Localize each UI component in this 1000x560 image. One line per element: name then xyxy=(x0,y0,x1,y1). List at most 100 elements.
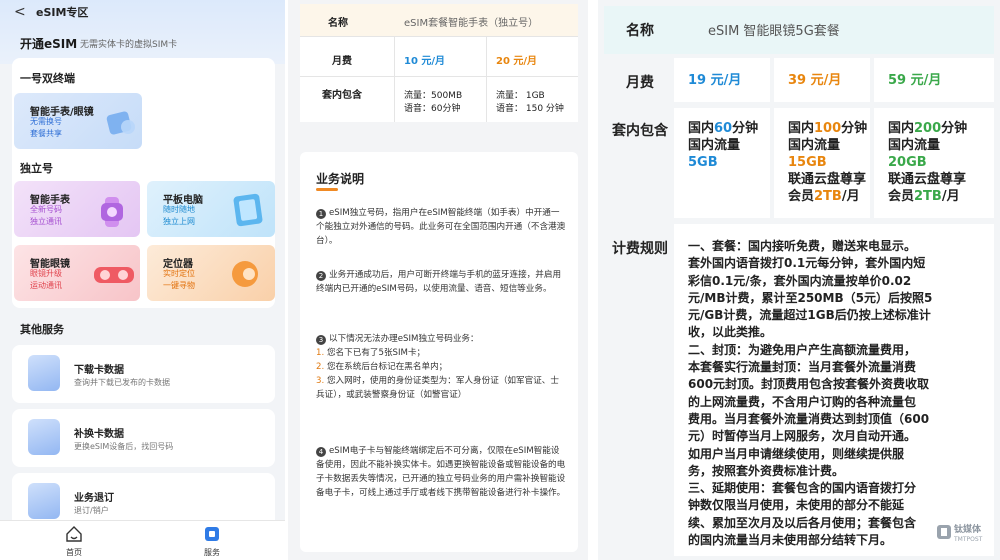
plan-59-contents: 国内200分钟 国内流量 20GB 联通云盘尊享 会员2TB/月 xyxy=(888,120,992,205)
plan-text: 国内 xyxy=(688,121,715,136)
fee-amount: 19 xyxy=(688,73,707,88)
card-sub: 实时定位 xyxy=(163,269,195,278)
service-title: 补换卡数据 xyxy=(74,429,124,440)
glasses-plan-screen: 名称 eSIM 智能眼镜5G套餐 月费 19 元/月 39 元/月 59 元/月… xyxy=(598,0,1000,560)
divider xyxy=(300,76,578,77)
tmtpost-logo-icon xyxy=(937,525,951,539)
section-dual-terminal: 一号双终端 xyxy=(20,72,75,85)
card-watch-glasses[interactable]: 智能手表/眼镜 无需换号 套餐共享 xyxy=(14,93,142,149)
business-description: 业务说明 1 eSIM独立号码，指用户在eSIM智能终端（如手表）中开通一个能独立… xyxy=(300,152,578,552)
card-sub: 无需换号 xyxy=(30,117,62,126)
plan-storage: 2TB xyxy=(914,189,942,204)
card-sub: 运动通讯 xyxy=(30,281,62,290)
name-label: 名称 xyxy=(626,23,654,39)
download-icon xyxy=(28,355,60,391)
plan-text: /月 xyxy=(941,189,960,204)
section-other-services: 其他服务 xyxy=(20,323,64,336)
paragraph-text: 以下情况无法办理eSIM独立号码业务： xyxy=(329,334,479,344)
card-sub: 一键寻物 xyxy=(163,281,195,290)
card-sub: 套餐共享 xyxy=(30,129,62,138)
plan-a-data: 流量：500MB xyxy=(404,91,463,101)
home-icon xyxy=(66,526,82,542)
fee-option-b: 20 元/月 xyxy=(496,56,538,67)
tab-service[interactable]: 服务 xyxy=(182,521,242,560)
service-icon xyxy=(205,527,219,541)
plan-minutes: 60 xyxy=(714,121,733,136)
card-smart-watch[interactable]: 智能手表 全新号码 独立通讯 xyxy=(14,181,140,237)
rules-line: 一、套餐：国内接听免费，赠送来电显示。 xyxy=(688,239,917,253)
plan-a-voice: 语音：60分钟 xyxy=(404,104,461,114)
watch-glasses-icon xyxy=(106,111,135,135)
esim-app-screen: < eSIM专区 开通eSIM 无需实体卡的虚拟SIM卡 一号双终端 智能手表/… xyxy=(0,0,285,560)
plan-39-contents: 国内100分钟 国内流量 15GB 联通云盘尊享 会员2TB/月 xyxy=(788,120,872,205)
rules-line: 600元封顶。封顶费用包含按套餐外资费收取 xyxy=(688,377,930,392)
paragraph-number: 4 xyxy=(316,447,326,457)
fee-option-19: 19 元/月 xyxy=(688,72,741,89)
service-replace-card[interactable]: 补换卡数据 更换eSIM设备后，找回号码 xyxy=(12,409,275,467)
included-label: 套内包含 xyxy=(612,123,668,139)
included-label: 套内包含 xyxy=(322,90,362,101)
paragraph-text: 业务开通成功后，用户可断开终端与手机的蓝牙连接，并启用终端内已开通的eSIM号码… xyxy=(316,270,562,294)
rules-line: 二、封顶：为避免用户产生高额流量费用， xyxy=(688,342,917,357)
card-sub: 眼镜升级 xyxy=(30,269,62,278)
plan-text: 联通云盘尊享 xyxy=(888,172,967,187)
nav-title: eSIM专区 xyxy=(36,6,89,19)
paragraph-text: eSIM独立号码，指用户在eSIM智能终端（如手表）中开通一个能独立对外通信的号… xyxy=(316,208,566,246)
tablet-icon xyxy=(233,193,263,227)
plan-data: 20GB xyxy=(888,155,927,170)
card-sub: 独立通讯 xyxy=(30,217,62,226)
description-paragraph-2: 2 业务开通成功后，用户可断开终端与手机的蓝牙连接，并启用终端内已开通的eSIM号… xyxy=(316,268,566,296)
name-label: 名称 xyxy=(328,18,348,29)
fee-option-39: 39 元/月 xyxy=(788,72,841,89)
tab-home[interactable]: 首页 xyxy=(44,521,104,560)
watch-icon xyxy=(101,197,123,227)
list-number: 1. xyxy=(316,348,325,358)
service-download-data[interactable]: 下载卡数据 查询并下载已发布的卡数据 xyxy=(12,345,275,403)
open-esim-subtitle: 无需实体卡的虚拟SIM卡 xyxy=(80,40,178,50)
watch-plan-screen: 名称 eSIM套餐智能手表（独立号） 月费 10 元/月 20 元/月 套内包含… xyxy=(288,0,588,560)
list-item: 您名下已有了5张SIM卡； xyxy=(326,348,426,358)
card-smart-glasses[interactable]: 智能眼镜 眼镜升级 运动通讯 xyxy=(14,245,140,301)
paragraph-number: 1 xyxy=(316,209,326,219)
card-sub: 随时随地 xyxy=(163,205,195,214)
description-paragraph-4: 4 eSIM电子卡与智能终端绑定后不可分离，仅限在eSIM智能设备使用，因此不能补… xyxy=(316,444,566,500)
service-subtitle: 退订/销户 xyxy=(74,506,109,515)
description-paragraph-1: 1 eSIM独立号码，指用户在eSIM智能终端（如手表）中开通一个能独立对外通信的… xyxy=(316,206,566,248)
description-title: 业务说明 xyxy=(316,172,365,186)
divider xyxy=(300,36,578,37)
rules-line: 如用户当月申请继续使用，则继续提供服 xyxy=(688,446,905,461)
card-sub: 全新号码 xyxy=(30,205,62,214)
plan-b-voice: 语音： 150 分钟 xyxy=(496,104,564,114)
plan-text: 国内 xyxy=(888,121,915,136)
billing-rules-text: 一、套餐：国内接听免费，赠送来电显示。 套外国内语音拨打0.1元每分钟，套外国内短… xyxy=(688,238,988,549)
card-locator[interactable]: 定位器 实时定位 一键寻物 xyxy=(147,245,275,301)
service-subtitle: 更换eSIM设备后，找回号码 xyxy=(74,442,174,451)
back-icon[interactable]: < xyxy=(14,4,26,20)
name-value: eSIM 智能眼镜5G套餐 xyxy=(708,24,840,39)
description-paragraph-3: 3 以下情况无法办理eSIM独立号码业务： 1. 您名下已有了5张SIM卡； 2.… xyxy=(316,332,566,402)
name-value: eSIM套餐智能手表（独立号） xyxy=(404,18,539,29)
plan-text: 分钟 xyxy=(841,121,868,136)
paragraph-text: eSIM电子卡与智能终端绑定后不可分离，仅限在eSIM智能设备使用，因此不能补换… xyxy=(316,446,566,498)
plan-text: 分钟 xyxy=(732,121,759,136)
fee-amount: 39 xyxy=(788,73,807,88)
rules-line: 收，以此类推。 xyxy=(688,325,773,340)
plan-minutes: 100 xyxy=(814,121,842,136)
tab-label: 服务 xyxy=(204,548,220,557)
watermark: 钛媒体 TMTPOST xyxy=(936,520,996,550)
plan-b-data: 流量： 1GB xyxy=(496,91,545,101)
rules-line: 套外国内语音拨打0.1元每分钟，套外国内短 xyxy=(688,256,926,271)
section-independent: 独立号 xyxy=(20,162,53,175)
rules-line: 元/MB计费，累计至250MB（5元）后按照5 xyxy=(688,290,933,305)
document-icon xyxy=(28,483,60,519)
list-number: 3. xyxy=(316,376,325,386)
plan-text: 国内流量 xyxy=(888,138,941,153)
list-item: 您在系统后台标记在黑名单内； xyxy=(326,362,448,372)
rules-label: 计费规则 xyxy=(612,241,668,257)
watch-plan-table: 名称 eSIM套餐智能手表（独立号） 月费 10 元/月 20 元/月 套内包含… xyxy=(300,4,578,122)
card-replace-icon xyxy=(28,419,60,455)
plan-text: 国内 xyxy=(788,121,815,136)
paragraph-number: 3 xyxy=(316,335,326,345)
card-tablet[interactable]: 平板电脑 随时随地 独立上网 xyxy=(147,181,275,237)
divider xyxy=(394,36,395,122)
